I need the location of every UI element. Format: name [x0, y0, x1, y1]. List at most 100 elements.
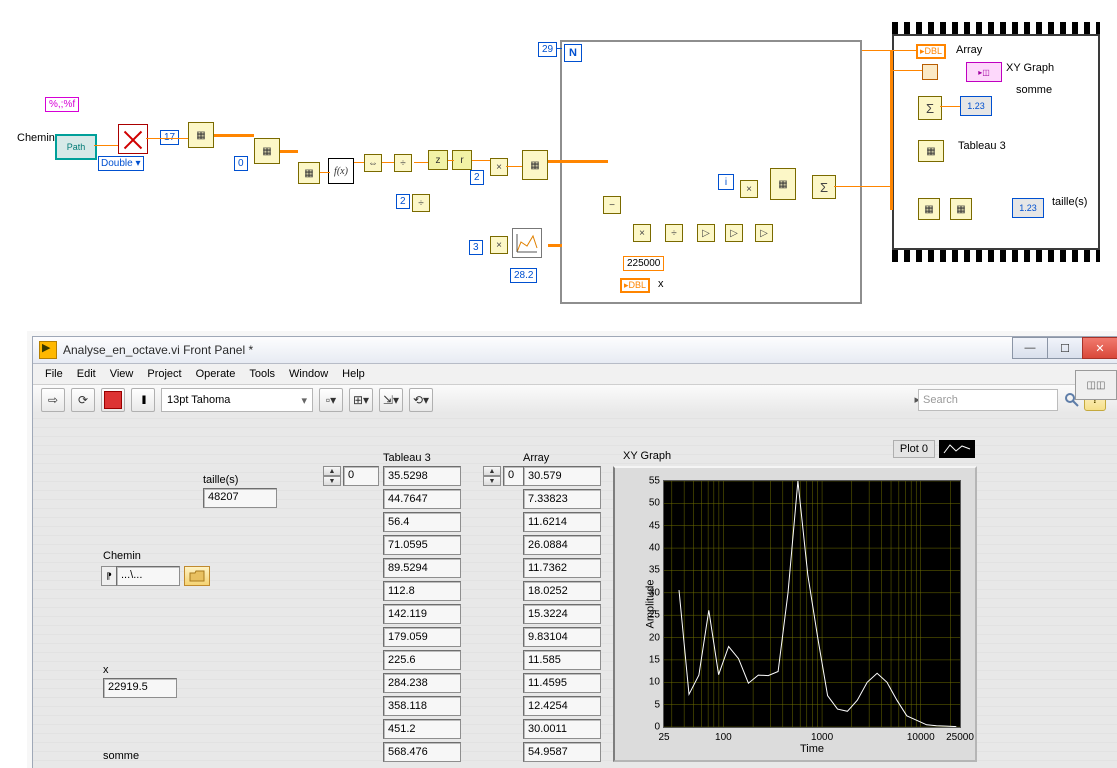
- array-cell: 11.4595: [523, 673, 601, 693]
- index-array-node-1[interactable]: ▦: [188, 122, 214, 148]
- path-control-icon[interactable]: Path: [55, 134, 97, 160]
- subtract-node[interactable]: −: [603, 196, 621, 214]
- const-3[interactable]: 3: [469, 240, 483, 255]
- sum-node-2[interactable]: Σ: [918, 96, 942, 120]
- y-tick-label: 55: [636, 476, 660, 487]
- op-node-b[interactable]: ▷: [725, 224, 743, 242]
- array-index-spinner[interactable]: ▲ ▼: [483, 466, 501, 486]
- const-2a[interactable]: 2: [470, 170, 484, 185]
- chemin-path-value[interactable]: ...\...: [116, 566, 180, 586]
- tableau3-term[interactable]: ▦: [918, 140, 944, 162]
- array-column: 30.5797.3382311.621426.088411.736218.025…: [523, 466, 601, 762]
- menu-tools[interactable]: Tools: [243, 366, 281, 382]
- array-cell: 30.0011: [523, 719, 601, 739]
- y-tick-label: 25: [636, 610, 660, 621]
- reorder-button[interactable]: ⟲▾: [409, 388, 433, 412]
- multiply-node-2[interactable]: ×: [490, 236, 508, 254]
- divide-node-1[interactable]: ÷: [394, 154, 412, 172]
- x-label: x: [103, 664, 109, 676]
- block-diagram: Chemin Path %,;%f Double ▾ 17 ▦ 0 ▦ ▦ f(…: [0, 0, 1117, 310]
- menu-help[interactable]: Help: [336, 366, 371, 382]
- for-i-terminal: i: [718, 174, 734, 190]
- menu-view[interactable]: View: [104, 366, 140, 382]
- legend-plot0-glyph[interactable]: [939, 440, 975, 458]
- spin-down-icon[interactable]: ▼: [323, 476, 341, 486]
- sum-node-1[interactable]: Σ: [812, 175, 836, 199]
- multiply-node-4[interactable]: ×: [740, 180, 758, 198]
- menu-edit[interactable]: Edit: [71, 366, 102, 382]
- array-cell: 71.0595: [383, 535, 461, 555]
- front-panel-client[interactable]: taille(s) 48207 Chemin ⁋ ...\... x 22919…: [33, 414, 1117, 768]
- array-cell: 112.8: [383, 581, 461, 601]
- legend-plot0-label[interactable]: Plot 0: [893, 440, 935, 458]
- menu-file[interactable]: File: [39, 366, 69, 382]
- r-block[interactable]: r: [452, 150, 472, 170]
- stop-icon: [104, 391, 122, 409]
- const-28-2[interactable]: 28.2: [510, 268, 537, 283]
- run-cont-button[interactable]: ⟳: [71, 388, 95, 412]
- menu-operate[interactable]: Operate: [190, 366, 242, 382]
- format-string-const[interactable]: %,;%f: [45, 97, 79, 112]
- op-node-a[interactable]: ▷: [697, 224, 715, 242]
- array-size-node-2[interactable]: ▦: [918, 198, 940, 220]
- z-block[interactable]: z: [428, 150, 448, 170]
- op-node-c[interactable]: ▷: [755, 224, 773, 242]
- taille-indicator-term[interactable]: 1.23: [1012, 198, 1044, 218]
- build-array-node-2[interactable]: ▦: [770, 168, 796, 200]
- formula-node[interactable]: f(x): [328, 158, 354, 184]
- tableau3-index[interactable]: 0: [343, 466, 379, 486]
- somme-indicator-term[interactable]: 1.23: [960, 96, 992, 116]
- compare-node[interactable]: ⇔: [364, 154, 382, 172]
- search-input[interactable]: Search: [918, 389, 1058, 411]
- browse-button[interactable]: [184, 566, 210, 586]
- distribute-button[interactable]: ⊞▾: [349, 388, 373, 412]
- align-button[interactable]: ▫▾: [319, 388, 343, 412]
- for-N-terminal[interactable]: N: [564, 44, 582, 62]
- spin-down-icon[interactable]: ▼: [483, 476, 501, 486]
- bundle-node[interactable]: [922, 64, 938, 80]
- xy-graph-term[interactable]: ▸◫: [966, 62, 1002, 82]
- spin-up-icon[interactable]: ▲: [483, 466, 501, 476]
- for-loop[interactable]: N i: [560, 40, 862, 304]
- abort-button[interactable]: [101, 388, 125, 412]
- x-indicator-term[interactable]: ▸DBL: [620, 278, 650, 293]
- plot-area[interactable]: Amplitude Time 0510152025303540455055251…: [663, 480, 961, 728]
- graph-vi-node[interactable]: [512, 228, 542, 258]
- spin-up-icon[interactable]: ▲: [323, 466, 341, 476]
- array-term[interactable]: ▸DBL: [916, 44, 946, 59]
- menu-project[interactable]: Project: [141, 366, 187, 382]
- tableau3-index-spinner[interactable]: ▲ ▼: [323, 466, 341, 486]
- menu-window[interactable]: Window: [283, 366, 334, 382]
- read-spreadsheet-node[interactable]: [118, 124, 148, 154]
- multiply-node-3[interactable]: ×: [633, 224, 651, 242]
- path-prefix-icon[interactable]: ⁋: [101, 566, 117, 586]
- const-29[interactable]: 29: [538, 42, 557, 57]
- index-array-node-2[interactable]: ▦: [254, 138, 280, 164]
- const-0[interactable]: 0: [234, 156, 248, 171]
- double-ring[interactable]: Double ▾: [98, 156, 144, 171]
- pause-button[interactable]: II: [131, 388, 155, 412]
- const-225000[interactable]: 225000: [623, 256, 664, 271]
- window-titlebar[interactable]: Analyse_en_octave.vi Front Panel *: [33, 337, 1117, 364]
- array-size-node[interactable]: ▦: [298, 162, 320, 184]
- window-minimize-button[interactable]: —: [1012, 337, 1048, 359]
- plot-legend[interactable]: Plot 0: [893, 440, 975, 458]
- const-2b[interactable]: 2: [396, 194, 410, 209]
- window-close-button[interactable]: ✕: [1082, 337, 1117, 359]
- divide-node-3[interactable]: ÷: [665, 224, 683, 242]
- build-array-node-1[interactable]: ▦: [522, 150, 548, 180]
- chemin-path-control[interactable]: ⁋ ...\...: [101, 566, 210, 586]
- index-array-node-3[interactable]: ▦: [950, 198, 972, 220]
- x-tick-label: 25000: [946, 732, 974, 743]
- tableau3-array: 35.529844.764756.471.059589.5294112.8142…: [383, 466, 461, 762]
- array-cell: 12.4254: [523, 696, 601, 716]
- font-selector[interactable]: 13pt Tahoma▾: [161, 388, 313, 412]
- xy-graph-indicator[interactable]: Plot 0 Amplitude Time 051015202530354045…: [613, 466, 977, 762]
- run-button[interactable]: ⇨: [41, 388, 65, 412]
- divide-node-2[interactable]: ÷: [412, 194, 430, 212]
- array-cell: 56.4: [383, 512, 461, 532]
- multiply-node-1[interactable]: ×: [490, 158, 508, 176]
- window-maximize-button[interactable]: ☐: [1047, 337, 1083, 359]
- resize-button[interactable]: ⇲▾: [379, 388, 403, 412]
- menubar[interactable]: File Edit View Project Operate Tools Win…: [33, 364, 1117, 385]
